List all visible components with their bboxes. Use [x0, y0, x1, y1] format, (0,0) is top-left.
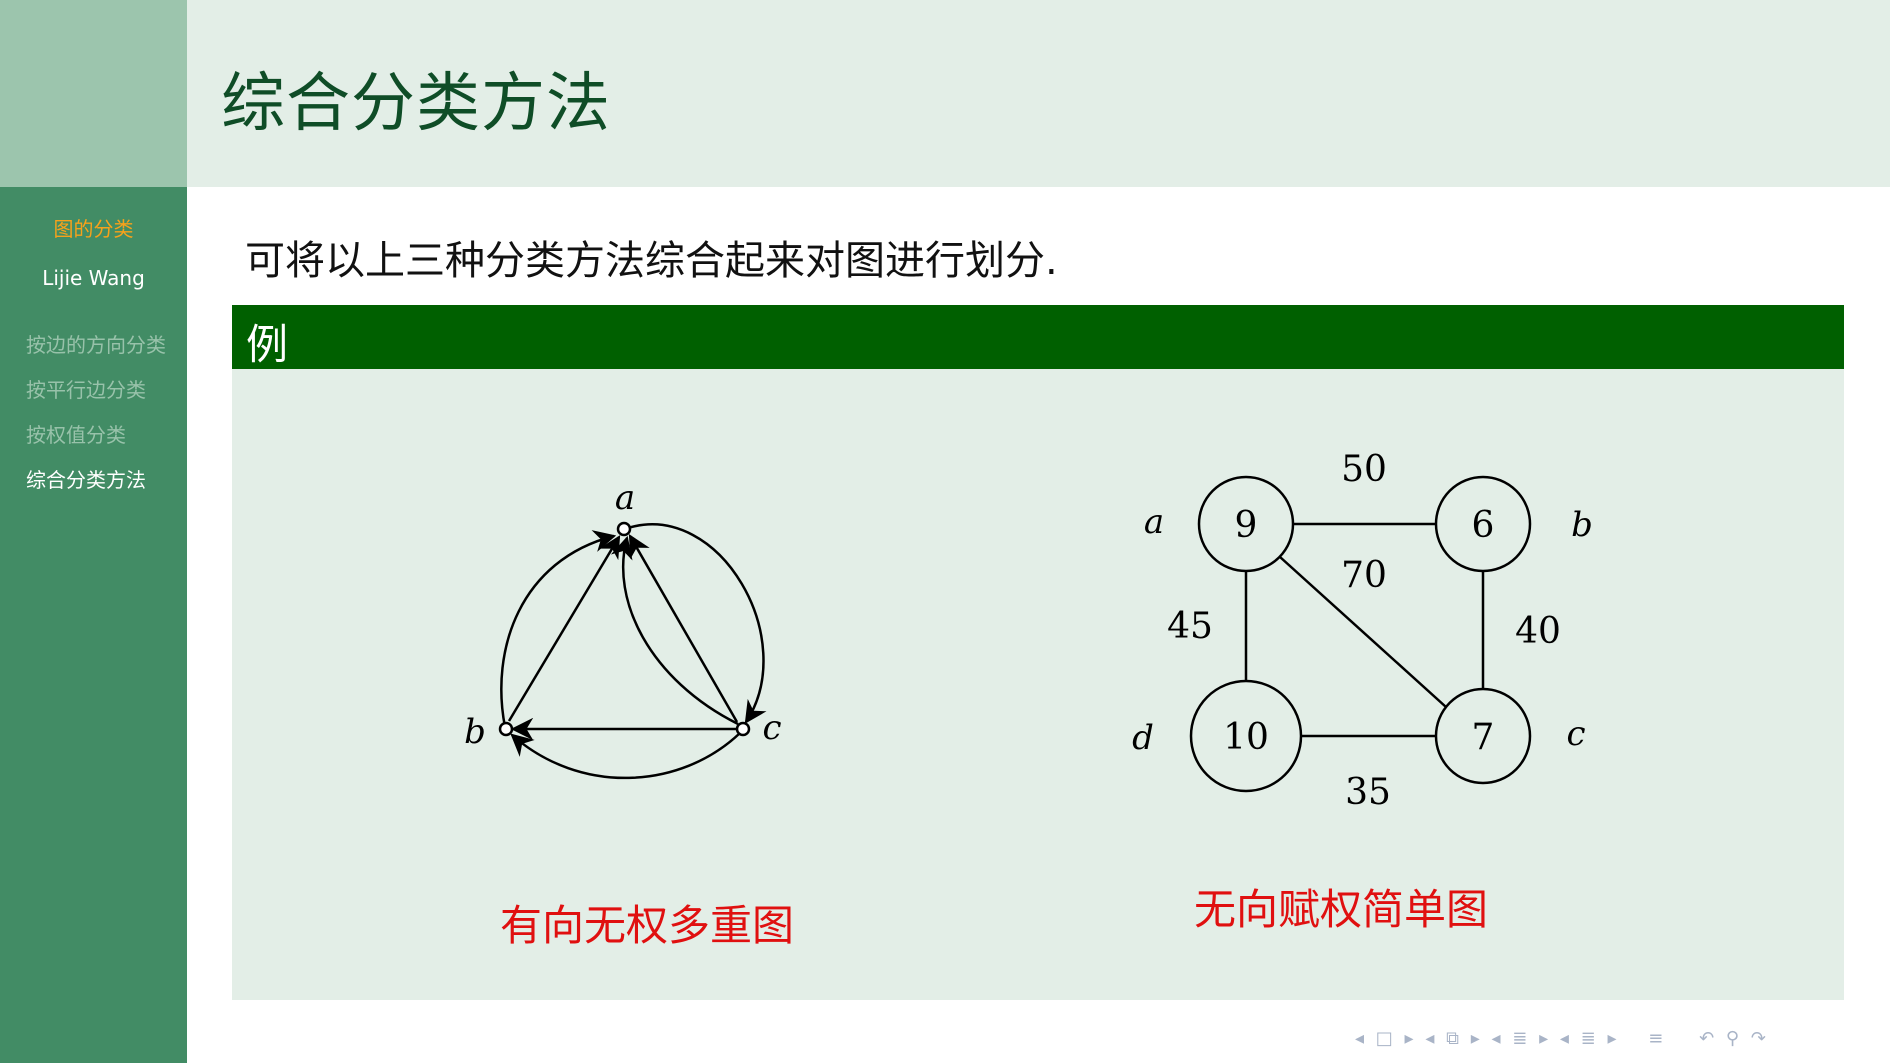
- graph1-caption: 有向无权多重图: [500, 901, 795, 950]
- page-title: 综合分类方法: [221, 67, 611, 141]
- intro-text: 可将以上三种分类方法综合起来对图进行划分.: [245, 238, 1058, 284]
- sidebar-section-title[interactable]: 图的分类: [0, 213, 187, 242]
- vertex-d-value: 10: [1223, 717, 1269, 758]
- nav-redo-icon[interactable]: ↷: [1751, 1028, 1766, 1049]
- nav-next-part-icon[interactable]: ▸: [1607, 1028, 1616, 1049]
- nav-prev-frame-icon[interactable]: ◂: [1355, 1028, 1364, 1049]
- edge-c-a-straight: [628, 534, 739, 723]
- nav-next-section-icon[interactable]: ▸: [1539, 1028, 1548, 1049]
- edge-c-b-curve: [510, 732, 741, 780]
- nav-document-icon[interactable]: ≡: [1648, 1028, 1663, 1049]
- node-b: [498, 721, 514, 737]
- sidebar-item-parallel-edges[interactable]: 按平行边分类: [26, 374, 146, 403]
- sidebar-author: Lijie Wang: [42, 266, 145, 290]
- nav-next-frame-icon[interactable]: ▸: [1405, 1028, 1414, 1049]
- edge-a-b-weight: 50: [1341, 449, 1387, 490]
- node-b-label: b: [464, 712, 486, 752]
- edge-a-c-weight: 70: [1341, 555, 1387, 596]
- vertex-c-value: 7: [1472, 717, 1495, 758]
- edge-a-c-outer-curve: [627, 523, 767, 724]
- node-a-label: a: [615, 478, 635, 518]
- nav-prev-part-icon[interactable]: ◂: [1560, 1028, 1569, 1049]
- sidebar-item-weights[interactable]: 按权值分类: [26, 419, 126, 448]
- node-c-label: c: [762, 708, 781, 748]
- sidebar-logo-area: [0, 0, 187, 187]
- sidebar: [0, 187, 187, 1063]
- nav-part-icon[interactable]: ≣: [1581, 1028, 1596, 1049]
- nav-prev-section-icon[interactable]: ◂: [1491, 1028, 1500, 1049]
- graph2-caption: 无向赋权简单图: [1194, 885, 1489, 934]
- directed-multigraph: a b c: [464, 478, 782, 780]
- nav-subsection-icon[interactable]: ⧉: [1446, 1028, 1459, 1049]
- edge-a-d-weight: 45: [1167, 606, 1213, 647]
- vertex-a-value: 9: [1235, 505, 1258, 546]
- nav-section-icon[interactable]: ≣: [1512, 1028, 1527, 1049]
- vertex-a-label: a: [1144, 502, 1164, 542]
- node-a: [616, 521, 632, 537]
- edge-d-c-weight: 35: [1345, 772, 1391, 813]
- vertex-c-label: c: [1566, 714, 1585, 754]
- node-c: [735, 721, 751, 737]
- nav-next-subsection-icon[interactable]: ▸: [1471, 1028, 1480, 1049]
- example-block-header: 例: [232, 305, 1844, 369]
- vertex-d-label: d: [1132, 718, 1154, 758]
- vertex-b-value: 6: [1472, 505, 1495, 546]
- nav-search-icon[interactable]: ⚲: [1726, 1028, 1739, 1049]
- beamer-navigation-bar: ◂ □ ▸ ◂ ⧉ ▸ ◂ ≣ ▸ ◂ ≣ ▸ ≡ ↶ ⚲ ↷: [1355, 1028, 1885, 1052]
- example-block-title: 例: [246, 320, 289, 369]
- sidebar-item-direction[interactable]: 按边的方向分类: [26, 329, 166, 358]
- edge-b-a-curve: [500, 530, 617, 728]
- nav-undo-icon[interactable]: ↶: [1699, 1028, 1714, 1049]
- nav-frame-icon[interactable]: □: [1376, 1028, 1393, 1049]
- weighted-simple-graph: 9 6 7 10 a b c d 50 45 70 40 35: [1132, 449, 1593, 813]
- edge-b-c-weight: 40: [1515, 611, 1561, 652]
- edge-b-a-straight: [507, 535, 621, 722]
- vertex-b-label: b: [1571, 505, 1593, 545]
- nav-prev-subsection-icon[interactable]: ◂: [1425, 1028, 1434, 1049]
- sidebar-item-combined[interactable]: 综合分类方法: [26, 464, 146, 493]
